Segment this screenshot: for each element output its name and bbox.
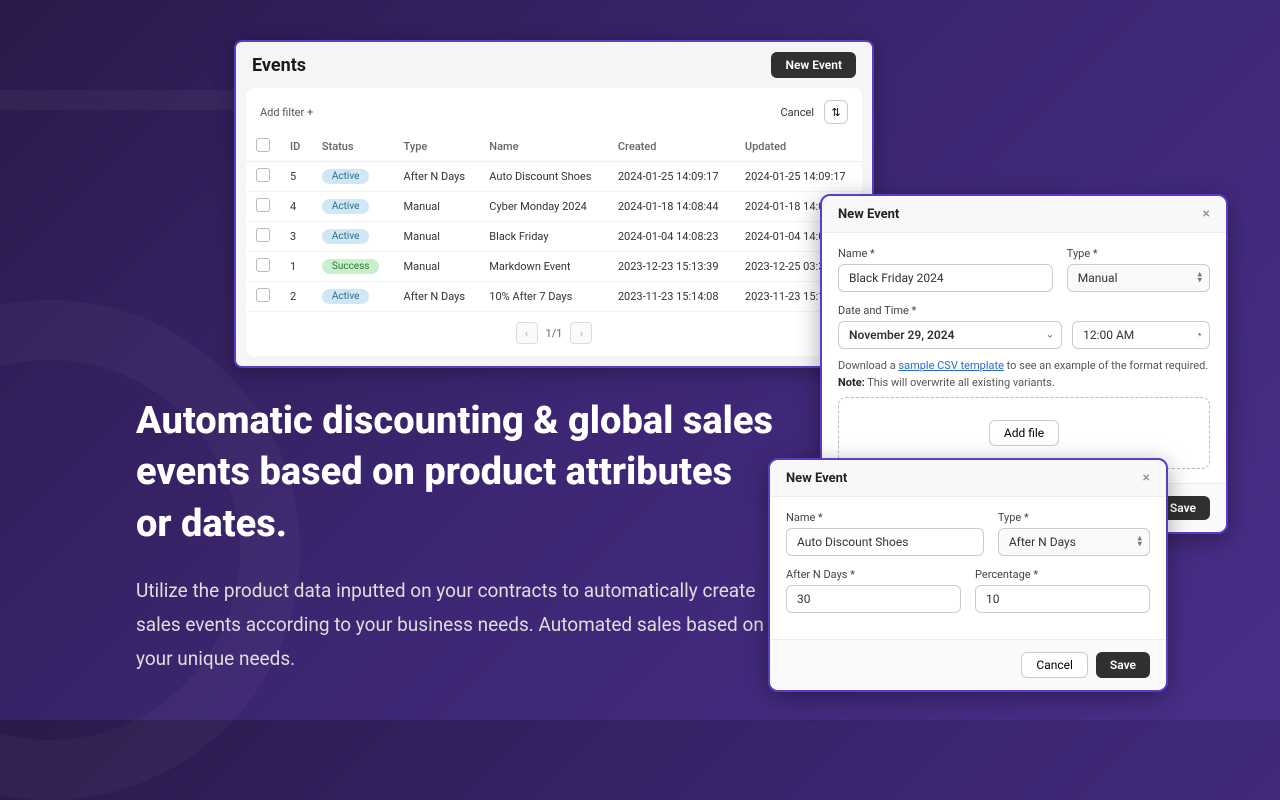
cancel-button[interactable]: Cancel	[1021, 652, 1088, 678]
cell-id: 5	[280, 162, 312, 192]
new-event-button[interactable]: New Event	[771, 52, 856, 78]
cell-type: After N Days	[394, 162, 480, 192]
table-row[interactable]: 4 Active Manual Cyber Monday 2024 2024-0…	[246, 192, 862, 222]
col-created: Created	[608, 132, 735, 162]
cell-id: 1	[280, 252, 312, 282]
close-icon[interactable]: ×	[1143, 470, 1150, 486]
row-checkbox[interactable]	[256, 168, 270, 182]
cell-created: 2024-01-25 14:09:17	[608, 162, 735, 192]
new-event-modal-afterndays: New Event × Name * Type * After N Days ▴…	[768, 458, 1168, 692]
name-label: Name *	[786, 511, 984, 524]
col-updated: Updated	[735, 132, 862, 162]
time-input[interactable]: 12:00 AM	[1072, 321, 1210, 349]
cancel-filter-button[interactable]: Cancel	[781, 106, 814, 119]
pager-prev-button[interactable]: ‹	[516, 322, 538, 344]
row-checkbox[interactable]	[256, 288, 270, 302]
col-type: Type	[394, 132, 480, 162]
cell-type: Manual	[394, 192, 480, 222]
name-label: Name *	[838, 247, 1053, 260]
select-arrows-icon: ▴▾	[1197, 272, 1202, 285]
status-badge: Active	[322, 289, 370, 304]
type-select[interactable]: After N Days	[998, 528, 1150, 556]
col-id: ID	[280, 132, 312, 162]
cell-id: 3	[280, 222, 312, 252]
sort-icon[interactable]: ⇅	[824, 100, 848, 124]
events-title: Events	[252, 55, 306, 76]
name-input[interactable]	[786, 528, 984, 556]
hero-body: Utilize the product data inputted on you…	[136, 574, 776, 677]
cell-created: 2023-12-23 15:13:39	[608, 252, 735, 282]
type-label: Type *	[998, 511, 1150, 524]
afterndays-input[interactable]	[786, 585, 961, 613]
cell-name: Auto Discount Shoes	[479, 162, 608, 192]
row-checkbox[interactable]	[256, 198, 270, 212]
cell-created: 2024-01-04 14:08:23	[608, 222, 735, 252]
cell-id: 4	[280, 192, 312, 222]
pager-info: 1/1	[546, 327, 563, 340]
clock-icon: ◔	[1195, 329, 1202, 342]
name-input[interactable]	[838, 264, 1053, 292]
col-status: Status	[312, 132, 394, 162]
percentage-input[interactable]	[975, 585, 1150, 613]
cell-name: Black Friday	[479, 222, 608, 252]
status-badge: Active	[322, 169, 370, 184]
status-badge: Active	[322, 199, 370, 214]
status-badge: Active	[322, 229, 370, 244]
events-table: ID Status Type Name Created Updated 5 Ac…	[246, 132, 862, 312]
table-row[interactable]: 2 Active After N Days 10% After 7 Days 2…	[246, 282, 862, 312]
add-filter-button[interactable]: Add filter +	[260, 106, 313, 119]
type-label: Type *	[1067, 247, 1210, 260]
cell-type: After N Days	[394, 282, 480, 312]
save-button[interactable]: Save	[1096, 652, 1150, 678]
status-badge: Success	[322, 259, 380, 274]
modal2-title: New Event	[786, 471, 847, 486]
cell-name: Cyber Monday 2024	[479, 192, 608, 222]
bg-bar	[0, 90, 240, 110]
pager-next-button[interactable]: ›	[570, 322, 592, 344]
cell-id: 2	[280, 282, 312, 312]
table-row[interactable]: 3 Active Manual Black Friday 2024-01-04 …	[246, 222, 862, 252]
cell-name: 10% After 7 Days	[479, 282, 608, 312]
chevron-down-icon: ⌄	[1046, 330, 1054, 341]
percentage-label: Percentage *	[975, 568, 1150, 581]
row-checkbox[interactable]	[256, 228, 270, 242]
type-select[interactable]: Manual	[1067, 264, 1210, 292]
select-arrows-icon: ▴▾	[1137, 536, 1142, 549]
cell-name: Markdown Event	[479, 252, 608, 282]
table-row[interactable]: 5 Active After N Days Auto Discount Shoe…	[246, 162, 862, 192]
modal1-title: New Event	[838, 207, 899, 222]
datetime-label: Date and Time *	[838, 304, 1210, 317]
hero-heading: Automatic discounting & global sales eve…	[136, 396, 776, 550]
help-text: Download a sample CSV template to see an…	[838, 359, 1210, 372]
csv-template-link[interactable]: sample CSV template	[898, 359, 1004, 372]
close-icon[interactable]: ×	[1203, 206, 1210, 222]
row-checkbox[interactable]	[256, 258, 270, 272]
cell-created: 2023-11-23 15:14:08	[608, 282, 735, 312]
afterndays-label: After N Days *	[786, 568, 961, 581]
cell-type: Manual	[394, 222, 480, 252]
cell-updated: 2024-01-25 14:09:17	[735, 162, 862, 192]
cell-created: 2024-01-18 14:08:44	[608, 192, 735, 222]
date-input[interactable]: November 29, 2024	[838, 321, 1062, 349]
table-row[interactable]: 1 Success Manual Markdown Event 2023-12-…	[246, 252, 862, 282]
add-file-button[interactable]: Add file	[989, 420, 1059, 446]
events-panel: Events New Event Add filter + Cancel ⇅ I…	[234, 40, 874, 368]
select-all-checkbox[interactable]	[256, 138, 270, 152]
cell-type: Manual	[394, 252, 480, 282]
col-name: Name	[479, 132, 608, 162]
note-text: Note: This will overwrite all existing v…	[838, 376, 1210, 389]
hero-section: Automatic discounting & global sales eve…	[136, 396, 776, 676]
